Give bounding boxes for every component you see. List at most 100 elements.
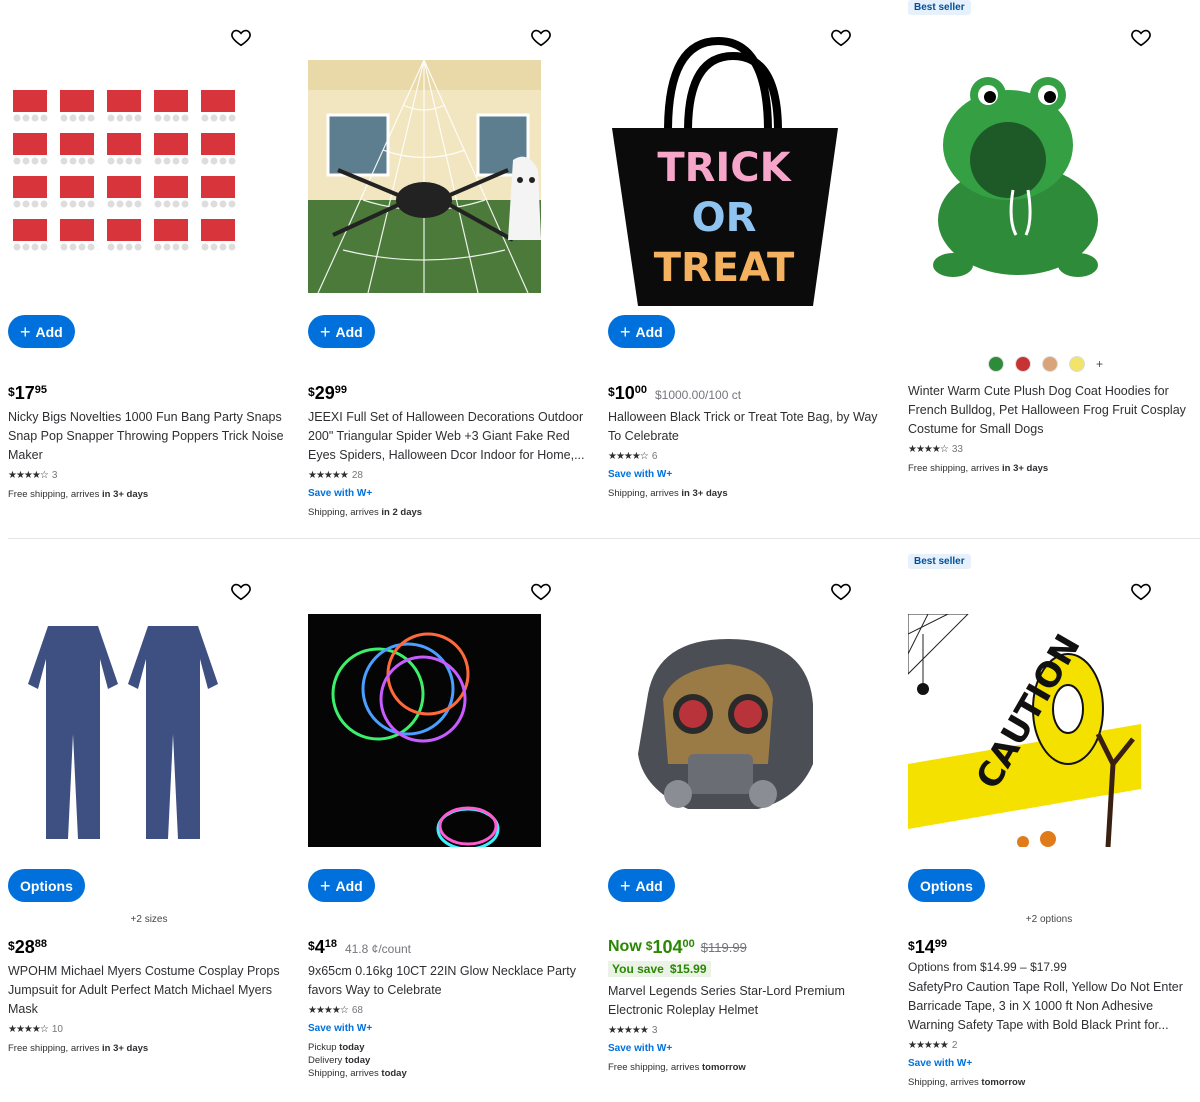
product-title[interactable]: SafetyPro Caution Tape Roll, Yellow Do N… [908,978,1190,1035]
snap-ball [107,157,115,165]
swatch-red[interactable] [1015,356,1031,372]
heart-icon[interactable] [530,580,552,602]
add-button[interactable]: + Add [608,869,675,902]
product-title[interactable]: JEEXI Full Set of Halloween Decorations … [308,408,590,465]
heart-icon[interactable] [1130,580,1152,602]
product-image[interactable]: TRICK OR TREAT [608,36,841,312]
snap-ball [163,243,171,251]
snap-box [60,133,94,155]
product-card[interactable]: + Add $4 18 41.8 ¢/count 9x65cm 0.16kg 10CT… [308,554,590,1099]
add-button[interactable]: + Add [308,315,375,348]
product-image[interactable] [308,614,541,847]
product-image[interactable] [608,614,841,847]
star-rating-icon: ★★★★☆ [608,451,649,462]
price: $14 99 [908,937,947,957]
swatch-tan[interactable] [1042,356,1058,372]
snap-ball [31,157,39,165]
snap-ball [172,243,180,251]
rating: ★★★★☆ 33 [908,444,963,455]
options-button[interactable]: Options [908,869,985,902]
snap-ball [13,200,21,208]
add-button[interactable]: + Add [608,315,675,348]
snap-ball [163,114,171,122]
svg-text:TRICK: TRICK [657,145,792,191]
snap-ball [60,243,68,251]
snap-ball [134,200,142,208]
add-button[interactable]: + Add [8,315,75,348]
product-image[interactable]: CAUTION [908,614,1141,847]
star-rating-icon: ★★★★★ [908,1040,949,1051]
product-title[interactable]: Halloween Black Trick or Treat Tote Bag,… [608,408,890,446]
product-info: $17 95 Nicky Bigs Novelties 1000 Fun Bang… [8,382,290,501]
fulfillment-info: Pickup today Delivery today Shipping, ar… [308,1042,407,1079]
shipping-info: Shipping, arrives in 2 days [308,507,423,518]
shipping-info: Free shipping, arrives in 3+ days [908,463,1049,474]
snap-ball [69,114,77,122]
shipping-info: Shipping, arrives tomorrow [908,1077,1026,1088]
product-info: $14 99 Options from $14.99 – $17.99 Safet… [908,936,1190,1089]
product-title[interactable]: Nicky Bigs Novelties 1000 Fun Bang Party… [8,408,290,465]
snap-ball [134,157,142,165]
product-title[interactable]: Winter Warm Cute Plush Dog Coat Hoodies … [908,382,1190,439]
snap-box [154,176,188,198]
snap-ball [210,243,218,251]
product-image[interactable] [308,60,541,293]
snap-ball [13,114,21,122]
rating: ★★★★☆ 6 [608,451,658,462]
snap-box [107,219,141,241]
product-title[interactable]: WPOHM Michael Myers Costume Cosplay Prop… [8,962,290,1019]
snap-ball [60,157,68,165]
walmart-plus-badge: Save with W+ [608,469,673,480]
product-card[interactable]: Best seller + Winter Warm Cute Plush Dog… [908,0,1190,530]
variants-count[interactable]: +2 sizes [8,914,290,925]
star-rating-icon: ★★★★★ [308,470,349,481]
snap-ball [125,114,133,122]
product-card[interactable]: TRICK OR TREAT + Add $10 00 $1000.00/100 ct… [608,0,890,530]
product-image[interactable] [8,614,241,847]
star-rating-icon: ★★★★☆ [8,470,49,481]
product-image[interactable] [8,60,241,293]
swatch-green[interactable] [988,356,1004,372]
heart-icon[interactable] [830,580,852,602]
snap-ball [201,243,209,251]
swatch-yellow[interactable] [1069,356,1085,372]
more-variants[interactable]: + [1096,357,1103,371]
product-card[interactable]: Best seller CAUTION Options +2 options $… [908,554,1190,1099]
product-card[interactable]: Options +2 sizes $28 88 WPOHM Michael Mye… [8,554,290,1099]
snap-ball [210,157,218,165]
options-button[interactable]: Options [8,869,85,902]
product-info: $28 88 WPOHM Michael Myers Costume Cospla… [8,936,290,1055]
product-title[interactable]: 9x65cm 0.16kg 10CT 22IN Glow Necklace Pa… [308,962,590,1000]
heart-icon[interactable] [530,26,552,48]
color-swatches[interactable]: + [988,356,1103,372]
snap-ball [228,114,236,122]
snap-ball [40,114,48,122]
product-card[interactable]: + Add Now $104 00 $119.99 You save $15.99 Mar… [608,554,890,1099]
add-button[interactable]: + Add [308,869,375,902]
snap-ball [78,157,86,165]
heart-icon[interactable] [230,580,252,602]
snap-ball [31,243,39,251]
snap-ball [13,243,21,251]
snap-box [60,90,94,112]
product-title[interactable]: Marvel Legends Series Star-Lord Premium … [608,982,890,1020]
snap-ball [134,243,142,251]
rating: ★★★★☆ 10 [8,1024,63,1035]
heart-icon[interactable] [230,26,252,48]
svg-text:TREAT: TREAT [654,245,795,291]
product-image[interactable] [908,60,1141,293]
rating: ★★★★★ 28 [308,470,363,481]
walmart-plus-badge: Save with W+ [308,1023,373,1034]
rating: ★★★★☆ 3 [8,470,58,481]
shipping-info: Free shipping, arrives tomorrow [608,1062,746,1073]
product-card[interactable]: + Add $29 99 JEEXI Full Set of Halloween D… [308,0,590,530]
snap-ball [201,114,209,122]
heart-icon[interactable] [1130,26,1152,48]
variants-count[interactable]: +2 options [908,914,1190,925]
snap-ball [134,114,142,122]
snap-ball [31,200,39,208]
snap-ball [116,243,124,251]
snap-ball [228,243,236,251]
snap-ball [107,200,115,208]
product-card[interactable]: + Add $17 95 Nicky Bigs Novelties 1000 Fun… [8,0,290,530]
